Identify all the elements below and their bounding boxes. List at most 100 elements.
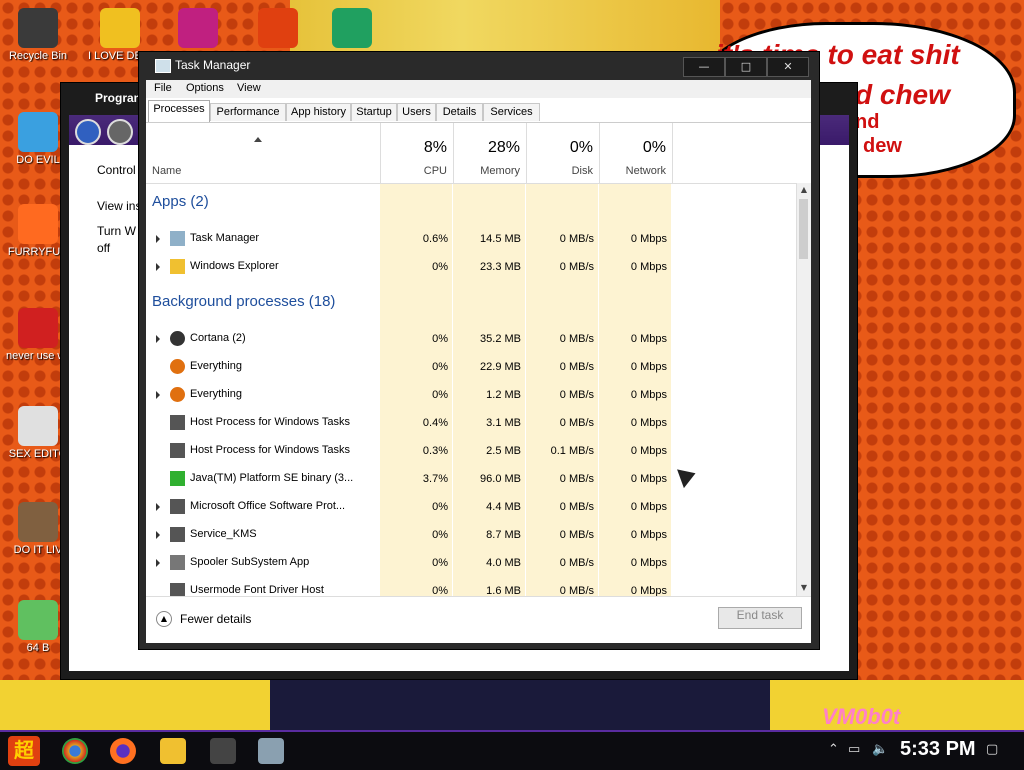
- desktop-icon[interactable]: [246, 8, 310, 50]
- process-disk: 0 MB/s: [559, 557, 594, 569]
- view-installed-link[interactable]: View ins: [97, 199, 141, 213]
- group-title: Apps (2): [152, 193, 209, 210]
- table-row[interactable]: Host Process for Windows Tasks 0.3% 2.5 MB…: [146, 437, 796, 465]
- process-cpu: 0.3%: [422, 445, 448, 457]
- table-row[interactable]: Microsoft Office Software Prot... 0% 4.4 M…: [146, 493, 796, 521]
- table-row[interactable]: Windows Explorer 0% 23.3 MB 0 MB/s 0 Mbps: [146, 253, 796, 281]
- control-link[interactable]: Control: [97, 163, 136, 177]
- expand-arrow-icon[interactable]: [156, 335, 160, 343]
- process-memory: 1.6 MB: [486, 585, 521, 597]
- task-manager-window[interactable]: Task Manager — □ ✕ File Options View Pro…: [138, 51, 820, 650]
- firefox-icon[interactable]: [110, 738, 136, 764]
- desktop-icon[interactable]: [320, 8, 384, 50]
- tab-app-history[interactable]: App history: [286, 103, 351, 121]
- speech-line-4: dew: [863, 135, 902, 157]
- sort-arrow-icon: [254, 137, 262, 142]
- process-cpu: 0%: [432, 529, 448, 541]
- disk-label: Disk: [571, 165, 593, 177]
- maximize-button[interactable]: □: [725, 57, 767, 77]
- table-row[interactable]: Cortana (2) 0% 35.2 MB 0 MB/s 0 Mbps: [146, 325, 796, 353]
- window-title: Task Manager: [175, 58, 251, 72]
- column-cpu[interactable]: 8% CPU: [380, 123, 453, 183]
- title-bar[interactable]: Task Manager — □ ✕: [139, 52, 819, 80]
- desktop-icon[interactable]: [166, 8, 230, 50]
- process-icon: [170, 527, 185, 542]
- process-network: 0 Mbps: [630, 417, 667, 429]
- expand-arrow-icon[interactable]: [156, 263, 160, 271]
- desktop-app-icon: [18, 502, 58, 542]
- tab-processes[interactable]: Processes: [148, 100, 210, 122]
- disk-total: 0%: [569, 139, 593, 156]
- volume-icon[interactable]: 🔈: [872, 742, 888, 757]
- process-icon: [170, 499, 185, 514]
- tab-users[interactable]: Users: [397, 103, 436, 121]
- process-cpu: 3.7%: [422, 473, 448, 485]
- table-row[interactable]: Task Manager 0.6% 14.5 MB 0 MB/s 0 Mbps: [146, 225, 796, 253]
- close-button[interactable]: ✕: [767, 57, 809, 77]
- file-explorer-icon[interactable]: [160, 738, 186, 764]
- app-icon[interactable]: [210, 738, 236, 764]
- chevron-up-icon[interactable]: ▲: [156, 611, 172, 627]
- back-icon[interactable]: [75, 119, 101, 145]
- minimize-button[interactable]: —: [683, 57, 725, 77]
- expand-arrow-icon[interactable]: [156, 559, 160, 567]
- expand-arrow-icon[interactable]: [156, 391, 160, 399]
- process-network: 0 Mbps: [630, 361, 667, 373]
- clock[interactable]: 5:33 PM: [900, 738, 976, 761]
- turn-windows-link[interactable]: Turn W: [97, 224, 136, 238]
- table-row[interactable]: Host Process for Windows Tasks 0.4% 3.1 MB…: [146, 409, 796, 437]
- process-network: 0 Mbps: [630, 445, 667, 457]
- background-window-title: Program: [95, 91, 145, 105]
- process-name: Windows Explorer: [190, 260, 279, 272]
- desktop-icon[interactable]: Recycle Bin: [6, 8, 70, 62]
- menu-options[interactable]: Options: [186, 82, 224, 94]
- turn-windows-link-cont[interactable]: off: [97, 241, 110, 255]
- fewer-details-button[interactable]: Fewer details: [180, 612, 251, 626]
- menu-file[interactable]: File: [154, 82, 172, 94]
- watermark: VM0b0t: [822, 704, 901, 729]
- scroll-up-icon[interactable]: ▲: [799, 185, 809, 197]
- tab-services[interactable]: Services: [483, 103, 540, 121]
- scroll-thumb[interactable]: [799, 199, 808, 259]
- table-row[interactable]: Java(TM) Platform SE binary (3... 3.7% 96.…: [146, 465, 796, 493]
- expand-arrow-icon[interactable]: [156, 531, 160, 539]
- chrome-icon[interactable]: [62, 738, 88, 764]
- process-memory: 4.4 MB: [486, 501, 521, 513]
- column-name[interactable]: Name: [152, 165, 181, 177]
- process-name: Java(TM) Platform SE binary (3...: [190, 472, 354, 484]
- column-memory[interactable]: 28% Memory: [453, 123, 526, 183]
- table-row[interactable]: Spooler SubSystem App 0% 4.0 MB 0 MB/s 0 Mbp…: [146, 549, 796, 577]
- process-cpu: 0.6%: [422, 233, 448, 245]
- chevron-up-tray-icon[interactable]: ⌃: [828, 742, 839, 757]
- tab-performance[interactable]: Performance: [210, 103, 286, 121]
- tab-startup[interactable]: Startup: [351, 103, 397, 121]
- table-row[interactable]: Usermode Font Driver Host 0% 1.6 MB 0 MB/s 0…: [146, 577, 796, 597]
- column-disk[interactable]: 0% Disk: [526, 123, 599, 183]
- action-center-icon[interactable]: ▢: [986, 742, 998, 757]
- process-cpu: 0%: [432, 389, 448, 401]
- scroll-down-icon[interactable]: ▼: [799, 583, 809, 595]
- process-disk: 0 MB/s: [559, 333, 594, 345]
- tab-details[interactable]: Details: [436, 103, 483, 121]
- column-network[interactable]: 0% Network: [599, 123, 673, 183]
- task-manager-icon: [155, 59, 171, 73]
- menu-view[interactable]: View: [237, 82, 261, 94]
- table-row[interactable]: Service_KMS 0% 8.7 MB 0 MB/s 0 Mbps: [146, 521, 796, 549]
- forward-icon[interactable]: [107, 119, 133, 145]
- vertical-scrollbar[interactable]: ▲ ▼: [796, 183, 811, 597]
- expand-arrow-icon[interactable]: [156, 235, 160, 243]
- process-cpu: 0%: [432, 361, 448, 373]
- task-manager-taskbar-icon[interactable]: [258, 738, 284, 764]
- table-row[interactable]: Everything 0% 22.9 MB 0 MB/s 0 Mbps: [146, 353, 796, 381]
- process-name: Microsoft Office Software Prot...: [190, 500, 346, 512]
- start-button[interactable]: 超: [8, 736, 40, 766]
- desktop-app-icon: [100, 8, 140, 48]
- network-icon[interactable]: ▭: [848, 742, 860, 757]
- table-row[interactable]: Everything 0% 1.2 MB 0 MB/s 0 Mbps: [146, 381, 796, 409]
- expand-arrow-icon[interactable]: [156, 503, 160, 511]
- desktop-app-icon: [332, 8, 372, 48]
- process-network: 0 Mbps: [630, 333, 667, 345]
- process-cpu: 0%: [432, 501, 448, 513]
- end-task-button[interactable]: End task: [718, 607, 802, 629]
- process-disk: 0 MB/s: [559, 473, 594, 485]
